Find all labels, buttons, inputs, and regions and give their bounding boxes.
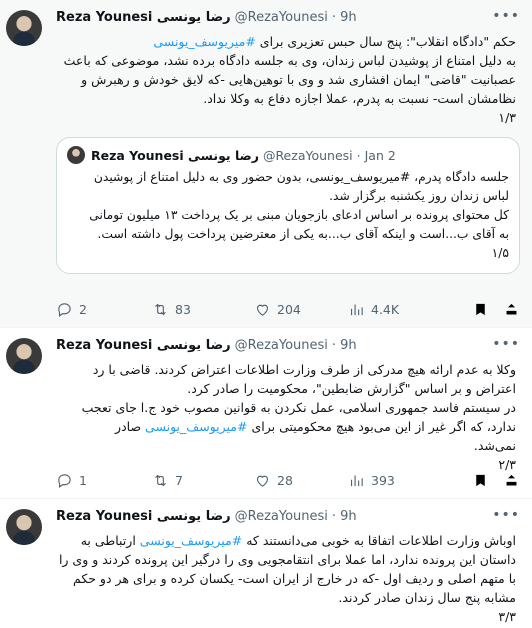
- analytics-icon: [350, 475, 363, 486]
- bookmark-icon[interactable]: [472, 472, 489, 489]
- views-button[interactable]: 393: [348, 472, 468, 489]
- author-name[interactable]: Reza Younesi رضا یونسی: [56, 509, 231, 524]
- like-count: 204: [277, 301, 301, 317]
- tweet-line: داستان این پرونده ندارد، اما عملا برای ا…: [58, 552, 516, 567]
- hashtag-link[interactable]: #میریوسف_یونسی: [153, 34, 255, 49]
- tweet-line: مشابه پنج سال زندان صادر کردند.: [338, 590, 516, 605]
- avatar[interactable]: [6, 10, 42, 46]
- timestamp[interactable]: 9h: [340, 509, 357, 524]
- more-options-icon[interactable]: •••: [492, 336, 520, 352]
- tweet-line: با متهم اصلی و ردیف اول -که در خارج از ا…: [73, 571, 516, 586]
- tweet-line: وکلا به عدم ارائه هیچ مدرکی از طرف وزارت…: [92, 362, 516, 377]
- reply-icon: [58, 473, 71, 488]
- quoted-author-handle: @RezaYounesi: [262, 147, 353, 163]
- separator-dot: ·: [356, 147, 361, 163]
- tweet[interactable]: Reza Younesi رضا یونسی @RezaYounesi · 9h…: [0, 0, 532, 328]
- avatar[interactable]: [6, 509, 42, 545]
- tweet-line: اعتراض و بر اساس "گزارش ضابطین"، محکومیت…: [187, 381, 516, 396]
- quoted-line: به آقای ب...است و اینکه آقای ب...به یکی …: [97, 227, 509, 241]
- hashtag-link[interactable]: #میریوسف_یونسی: [140, 533, 242, 548]
- reply-count: 2: [79, 301, 87, 317]
- tweet-line: ندارد، که اگر غیر از این می‌بود هیچ محکو…: [115, 419, 516, 434]
- retweet-count: 7: [175, 472, 183, 488]
- like-count: 28: [277, 472, 293, 488]
- quoted-author-name: Reza Younesi رضا یونسی: [91, 147, 259, 163]
- retweet-button[interactable]: 83: [152, 301, 254, 318]
- tweet-text: حکم "دادگاه انقلاب": پنج سال حبس تعزیری …: [56, 32, 520, 127]
- heart-icon: [256, 304, 269, 316]
- quoted-tweet[interactable]: Reza Younesi رضا یونسی @RezaYounesi · Ja…: [56, 137, 520, 274]
- tweet-text: اوباش وزارت اطلاعات اتفاقا به خوبی می‌دا…: [56, 531, 520, 626]
- view-count: 4.4K: [371, 301, 400, 317]
- tweet-header: Reza Younesi رضا یونسی @RezaYounesi · 9h: [56, 334, 520, 356]
- quoted-line: ۱/۵: [491, 246, 509, 260]
- more-options-icon[interactable]: •••: [492, 8, 520, 24]
- like-button[interactable]: 204: [254, 301, 348, 318]
- author-name[interactable]: Reza Younesi رضا یونسی: [56, 10, 231, 25]
- tweet-line: نمی‌شد.: [473, 438, 516, 453]
- retweet-button[interactable]: 7: [152, 472, 254, 489]
- avatar[interactable]: [6, 338, 42, 374]
- tweet-line: در سیستم فاسد جمهوری اسلامی، عمل نکردن ب…: [81, 400, 516, 415]
- separator-dot: ·: [331, 337, 337, 353]
- hashtag-link[interactable]: #میریوسف_یونسی: [145, 419, 247, 434]
- separator-dot: ·: [331, 9, 337, 25]
- share-icon[interactable]: [503, 301, 520, 318]
- tweet-text: وکلا به عدم ارائه هیچ مدرکی از طرف وزارت…: [56, 360, 520, 474]
- share-icon[interactable]: [503, 472, 520, 489]
- reply-icon: [58, 302, 71, 317]
- tweet-thread: Reza Younesi رضا یونسی @RezaYounesi · 9h…: [0, 0, 532, 628]
- tweet-line: ۱/۳: [498, 110, 516, 125]
- author-handle[interactable]: @RezaYounesi: [235, 509, 328, 524]
- tweet-line: نظامشان است- نسبت به پدرم، عملا اجازه دف…: [203, 91, 516, 106]
- reply-button[interactable]: 2: [56, 301, 152, 318]
- quoted-tweet-header: Reza Younesi رضا یونسی @RezaYounesi · Ja…: [67, 146, 509, 164]
- heart-icon: [256, 475, 269, 487]
- tweet-line: حکم "دادگاه انقلاب": پنج سال حبس تعزیری …: [153, 34, 516, 49]
- tweet-line: به دلیل امتناع از پوشیدن لباس زندان، وی …: [63, 53, 516, 68]
- tweet-header: Reza Younesi رضا یونسی @RezaYounesi · 9h: [56, 6, 520, 28]
- tweet-line: اوباش وزارت اطلاعات اتفاقا به خوبی می‌دا…: [80, 533, 516, 548]
- action-bar: 2 83 204 4.4K: [56, 299, 520, 319]
- quoted-line: جلسه دادگاه پدرم، #میریوسف_یونسی، بدون ح…: [93, 170, 509, 184]
- action-bar: 1 7 28 393: [56, 470, 520, 490]
- tweet[interactable]: Reza Younesi رضا یونسی @RezaYounesi · 9h…: [0, 328, 532, 499]
- quoted-line: لباس زندان روز یکشنبه برگزار شد.: [329, 189, 509, 203]
- reply-button[interactable]: 1: [56, 472, 152, 489]
- retweet-icon: [155, 303, 166, 315]
- view-count: 393: [371, 472, 395, 488]
- action-bar-right: [472, 301, 520, 318]
- bookmark-icon[interactable]: [472, 301, 489, 318]
- timestamp[interactable]: 9h: [340, 10, 357, 25]
- author-handle[interactable]: @RezaYounesi: [235, 338, 328, 353]
- retweet-count: 83: [175, 301, 191, 317]
- quoted-timestamp: Jan 2: [364, 147, 396, 163]
- quoted-avatar: [67, 146, 85, 164]
- views-button[interactable]: 4.4K: [348, 301, 468, 318]
- quoted-tweet-text: جلسه دادگاه پدرم، #میریوسف_یونسی، بدون ح…: [67, 168, 509, 263]
- reply-count: 1: [79, 472, 87, 488]
- separator-dot: ·: [331, 508, 337, 524]
- retweet-icon: [155, 474, 166, 486]
- like-button[interactable]: 28: [254, 472, 348, 489]
- author-name[interactable]: Reza Younesi رضا یونسی: [56, 338, 231, 353]
- tweet-line: ۳/۳: [498, 609, 516, 624]
- author-handle[interactable]: @RezaYounesi: [235, 10, 328, 25]
- action-bar-right: [472, 472, 520, 489]
- analytics-icon: [350, 304, 363, 315]
- quoted-line: کل محتوای پرونده بر اساس ادعای بازجویان …: [89, 208, 509, 222]
- tweet-line: عصبانیت "قاضی" ایمان افشاری شد و وی با ت…: [81, 72, 516, 87]
- more-options-icon[interactable]: •••: [492, 507, 520, 523]
- tweet[interactable]: Reza Younesi رضا یونسی @RezaYounesi · 9h…: [0, 499, 532, 628]
- timestamp[interactable]: 9h: [340, 338, 357, 353]
- tweet-header: Reza Younesi رضا یونسی @RezaYounesi · 9h: [56, 505, 520, 527]
